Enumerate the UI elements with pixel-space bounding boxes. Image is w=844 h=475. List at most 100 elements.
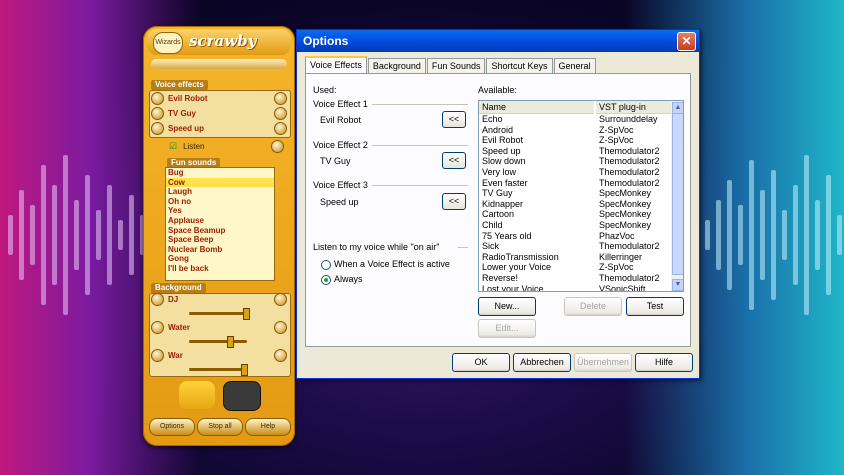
dj-volume-slider[interactable] [189, 312, 247, 315]
assign-voice-effect-1-button[interactable]: << [442, 111, 466, 128]
tab-background[interactable]: Background [367, 58, 426, 73]
assign-voice-effect-3-button[interactable]: << [442, 193, 466, 210]
listen-group-label: Listen to my voice while "on air" [313, 242, 440, 252]
slider-thumb[interactable] [241, 364, 248, 376]
help-button[interactable]: Help [245, 418, 291, 436]
effect-row[interactable]: 75 Years old PhazVoc [479, 231, 671, 242]
fun-sound-item[interactable]: Gong [166, 254, 274, 264]
fun-sound-item[interactable]: Applause [166, 216, 274, 226]
vertical-scrollbar[interactable]: ▲ ▼ [671, 101, 683, 291]
scroll-down-icon[interactable]: ▼ [672, 279, 683, 291]
fun-sound-item[interactable]: Space Beamup [166, 226, 274, 236]
test-button[interactable]: Test [626, 297, 684, 316]
voice-effect-3-label: Voice Effect 3 [313, 180, 368, 190]
voice-effect-label: Evil Robot [168, 93, 208, 103]
listen-toggle[interactable]: ☑ Listen [169, 139, 284, 153]
effect-row[interactable]: Child SpecMonkey [479, 220, 671, 231]
close-icon[interactable]: ✕ [677, 32, 696, 51]
background-item[interactable]: War [151, 348, 287, 362]
effect-name: Android [482, 124, 514, 135]
fun-sound-item[interactable]: Nuclear Bomb [166, 245, 274, 255]
help-dialog-button[interactable]: Hilfe [635, 353, 693, 372]
effect-name: Child [482, 219, 503, 230]
voice-effect-item[interactable]: Evil Robot [151, 91, 287, 105]
scrawby-window: Wizards scrawby Voice effects Evil Robot… [143, 26, 295, 446]
fun-sound-item[interactable]: Space Beep [166, 235, 274, 245]
background-label: Water [168, 322, 190, 332]
fun-sound-item[interactable]: I'll be back [166, 264, 274, 274]
options-button[interactable]: Options [149, 418, 195, 436]
new-button[interactable]: New... [478, 297, 536, 316]
effect-row[interactable]: Very low Themodulator2 [479, 167, 671, 178]
water-volume-slider[interactable] [189, 340, 247, 343]
fun-sound-item[interactable]: Bug [166, 168, 274, 178]
voice-effect-label: Speed up [168, 123, 205, 133]
edit-button[interactable]: Edit... [478, 319, 536, 338]
effect-row[interactable]: Sick Themodulator2 [479, 241, 671, 252]
tab-fun-sounds[interactable]: Fun Sounds [426, 58, 486, 73]
mute-pad[interactable] [223, 381, 261, 411]
tab-general[interactable]: General [553, 58, 596, 73]
effect-name: Kidnapper [482, 198, 524, 209]
available-effects-list[interactable]: Name VST plug-in Echo Surrounddelay Androi… [478, 100, 684, 292]
column-header-name[interactable]: Name [479, 101, 594, 114]
effect-row[interactable]: Evil Robot Z-SpVoc [479, 135, 671, 146]
war-volume-slider[interactable] [189, 368, 247, 371]
apply-button[interactable]: Übernehmen [574, 353, 632, 372]
effect-plugin: SpecMonkey [599, 219, 652, 230]
radio-always-label[interactable]: Always [334, 274, 363, 284]
effect-row[interactable]: Cartoon SpecMonkey [479, 209, 671, 220]
effect-plugin: SpecMonkey [599, 188, 652, 199]
effect-row[interactable]: RadioTransmission Killerringer [479, 252, 671, 263]
effect-row[interactable]: Lost your Voice VSonicShift [479, 284, 671, 292]
stop-all-button[interactable]: Stop all [197, 418, 243, 436]
effect-row[interactable]: Lower your Voice Z-SpVoc [479, 262, 671, 273]
voice-effect-label: TV Guy [168, 108, 197, 118]
effect-plugin: SpecMonkey [599, 209, 652, 220]
fun-sound-item[interactable]: Oh no [166, 197, 274, 207]
fun-sound-item[interactable]: Laugh [166, 187, 274, 197]
effect-row[interactable]: Speed up Themodulator2 [479, 146, 671, 157]
effect-name: Very low [482, 166, 517, 177]
dialog-titlebar[interactable]: Options ✕ [297, 30, 699, 52]
radio-when-active-label[interactable]: When a Voice Effect is active [334, 259, 450, 269]
scrawby-header[interactable]: Wizards scrawby [147, 29, 291, 55]
effect-row[interactable]: Slow down Themodulator2 [479, 156, 671, 167]
background-item[interactable]: DJ [151, 292, 287, 306]
effect-row[interactable]: Reverse! Themodulator2 [479, 273, 671, 284]
delete-button[interactable]: Delete [564, 297, 622, 316]
effect-name: Lower your Voice [482, 262, 552, 273]
background-item[interactable]: Water [151, 320, 287, 334]
voice-effect-item[interactable]: Speed up [151, 121, 287, 135]
assign-voice-effect-2-button[interactable]: << [442, 152, 466, 169]
ok-button[interactable]: OK [452, 353, 510, 372]
voice-effect-item[interactable]: TV Guy [151, 106, 287, 120]
divider [372, 185, 468, 186]
effect-row[interactable]: Android Z-SpVoc [479, 125, 671, 136]
slider-thumb[interactable] [243, 308, 250, 320]
knob-icon [274, 106, 287, 120]
effect-row[interactable]: Echo Surrounddelay [479, 114, 671, 125]
fun-sound-item-selected[interactable]: Cow [166, 177, 274, 188]
cancel-button[interactable]: Abbrechen [513, 353, 571, 372]
effect-plugin: Themodulator2 [599, 241, 660, 252]
fun-sounds-list[interactable]: Bug Cow Laugh Oh no Yes Applause Space B… [165, 167, 275, 281]
scroll-thumb[interactable] [672, 113, 683, 275]
knob-icon [151, 91, 164, 105]
effect-plugin: Themodulator2 [599, 156, 660, 167]
column-header-vst[interactable]: VST plug-in [596, 101, 671, 114]
radio-when-active[interactable] [321, 260, 331, 270]
record-pad[interactable] [179, 381, 215, 409]
voice-effect-1-value: Evil Robot [320, 115, 362, 125]
effect-row[interactable]: TV Guy SpecMonkey [479, 188, 671, 199]
tab-shortcut-keys[interactable]: Shortcut Keys [486, 58, 553, 73]
background-label: War [168, 350, 183, 360]
slider-thumb[interactable] [227, 336, 234, 348]
divider [372, 145, 468, 146]
effect-name: 75 Years old [482, 230, 532, 241]
fun-sound-item[interactable]: Yes [166, 206, 274, 216]
tab-voice-effects[interactable]: Voice Effects [305, 56, 367, 74]
radio-always[interactable] [321, 275, 331, 285]
effect-row[interactable]: Kidnapper SpecMonkey [479, 199, 671, 210]
effect-row[interactable]: Even faster Themodulator2 [479, 178, 671, 189]
